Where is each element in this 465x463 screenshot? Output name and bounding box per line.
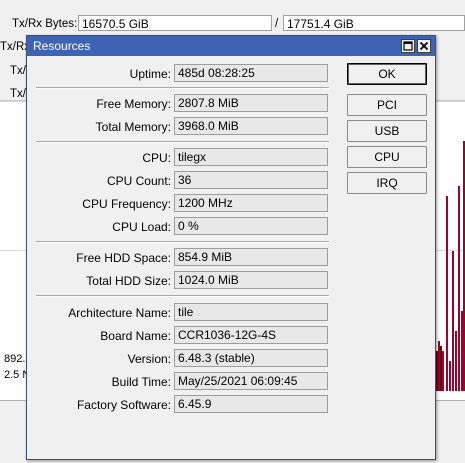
rx-bytes-field[interactable]: 17751.4 GiB	[283, 15, 465, 31]
usb-button[interactable]: USB	[347, 120, 427, 142]
free-memory-label: Free Memory:	[96, 97, 171, 111]
separator	[36, 241, 329, 243]
free-hdd-field[interactable]: 854.9 MiB	[174, 248, 328, 266]
graph-bar	[452, 251, 454, 391]
board-name-row: Board Name: CCR1036-12G-4S	[27, 326, 337, 346]
graph-bar	[449, 361, 451, 391]
separator	[36, 295, 329, 297]
factory-software-row: Factory Software: 6.45.9	[27, 395, 337, 415]
ok-button[interactable]: OK	[347, 63, 427, 85]
total-memory-label: Total Memory:	[95, 120, 171, 134]
uptime-label: Uptime:	[129, 67, 171, 81]
separator	[36, 141, 329, 143]
total-memory-field[interactable]: 3968.0 MiB	[174, 117, 328, 135]
build-time-label: Build Time:	[111, 375, 171, 389]
tx-rx-bytes-label: Tx/Rx Bytes:	[12, 18, 78, 30]
free-hdd-row: Free HDD Space: 854.9 MiB	[27, 248, 337, 268]
cpu-count-label: CPU Count:	[106, 174, 171, 188]
cpu-field[interactable]: tilegx	[174, 148, 328, 166]
build-time-row: Build Time: May/25/2021 06:09:45	[27, 372, 337, 392]
factory-software-label: Factory Software:	[76, 398, 171, 412]
build-time-field[interactable]: May/25/2021 06:09:45	[174, 372, 328, 390]
factory-software-field[interactable]: 6.45.9	[174, 395, 328, 413]
cpu-count-row: CPU Count: 36	[27, 171, 337, 191]
total-hdd-field[interactable]: 1024.0 MiB	[174, 271, 328, 289]
architecture-label: Architecture Name:	[68, 306, 171, 320]
free-memory-field[interactable]: 2807.8 MiB	[174, 94, 328, 112]
tx-rx-row4-label: Tx/	[10, 88, 26, 100]
cpu-load-label: CPU Load:	[112, 220, 171, 234]
graph-bar	[440, 346, 442, 391]
cpu-frequency-row: CPU Frequency: 1200 MHz	[27, 194, 337, 214]
cpu-button[interactable]: CPU	[347, 146, 427, 168]
uptime-field[interactable]: 485d 08:28:25	[174, 64, 328, 82]
version-row: Version: 6.48.3 (stable)	[27, 349, 337, 369]
graph-bar	[458, 186, 460, 391]
version-label: Version:	[127, 352, 171, 366]
uptime-row: Uptime: 485d 08:28:25	[27, 64, 337, 84]
architecture-field[interactable]: tile	[174, 303, 328, 321]
resources-dialog: Resources Uptime: 485d 08:28:25 Free Mem…	[26, 35, 436, 460]
total-hdd-row: Total HDD Size: 1024.0 MiB	[27, 271, 337, 291]
dialog-titlebar[interactable]: Resources	[27, 36, 435, 56]
architecture-row: Architecture Name: tile	[27, 303, 337, 323]
cpu-load-row: CPU Load: 0 %	[27, 217, 337, 237]
graph-bar	[446, 196, 448, 391]
total-hdd-label: Total HDD Size:	[86, 274, 171, 288]
graph-bar	[455, 331, 457, 391]
restore-icon	[403, 41, 413, 51]
bytes-separator: /	[275, 18, 279, 30]
separator	[36, 87, 329, 89]
irq-button[interactable]: IRQ	[347, 172, 427, 194]
restore-button[interactable]	[401, 39, 415, 53]
dialog-title: Resources	[33, 39, 91, 53]
tx-bytes-field[interactable]: 16570.5 GiB	[78, 15, 272, 31]
board-name-field[interactable]: CCR1036-12G-4S	[174, 326, 328, 344]
version-field[interactable]: 6.48.3 (stable)	[174, 349, 328, 367]
tx-rx-row3-label: Tx/	[10, 65, 26, 77]
total-memory-row: Total Memory: 3968.0 MiB	[27, 117, 337, 137]
close-button[interactable]	[417, 39, 431, 53]
cpu-load-field[interactable]: 0 %	[174, 217, 328, 235]
graph-bar	[442, 351, 444, 391]
pci-button[interactable]: PCI	[347, 94, 427, 116]
cpu-label: CPU:	[142, 151, 171, 165]
graph-label-top: 892.	[4, 353, 26, 365]
cpu-frequency-field[interactable]: 1200 MHz	[174, 194, 328, 212]
dialog-content: Uptime: 485d 08:28:25 Free Memory: 2807.…	[27, 56, 435, 459]
close-icon	[419, 41, 429, 51]
free-memory-row: Free Memory: 2807.8 MiB	[27, 94, 337, 114]
cpu-row: CPU: tilegx	[27, 148, 337, 168]
cpu-count-field[interactable]: 36	[174, 171, 328, 189]
free-hdd-label: Free HDD Space:	[76, 251, 171, 265]
board-name-label: Board Name:	[100, 329, 171, 343]
graph-bar	[436, 351, 438, 391]
cpu-frequency-label: CPU Frequency:	[82, 197, 171, 211]
